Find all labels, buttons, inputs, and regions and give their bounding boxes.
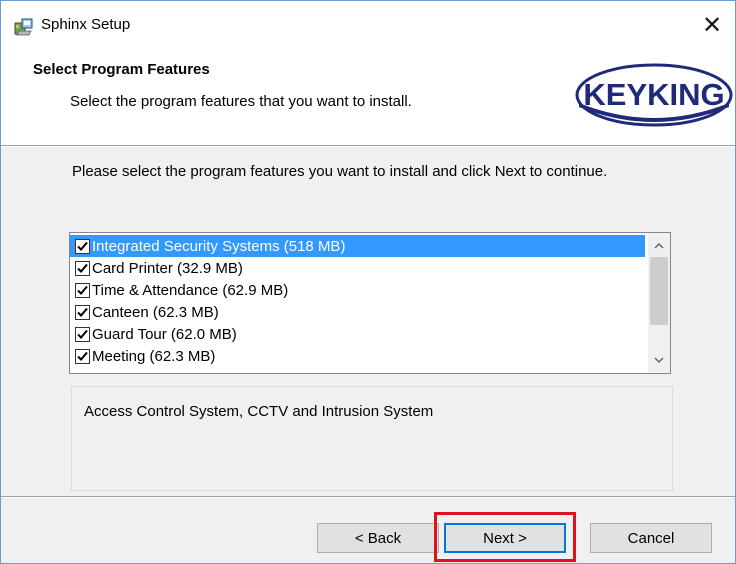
header-divider <box>1 146 735 147</box>
feature-label: Canteen (62.3 MB) <box>92 303 219 321</box>
header-banner: Select Program Features Select the progr… <box>1 49 735 146</box>
scroll-down-button[interactable] <box>648 349 670 371</box>
next-button[interactable]: Next > <box>444 523 566 553</box>
feature-list-item[interactable]: Canteen (62.3 MB) <box>70 301 645 323</box>
feature-list-item[interactable]: Meeting (62.3 MB) <box>70 345 645 367</box>
feature-checkbox[interactable] <box>75 260 90 276</box>
checkmark-icon <box>77 263 88 273</box>
feature-label: Guard Tour (62.0 MB) <box>92 325 237 343</box>
feature-checkbox[interactable] <box>75 326 90 342</box>
features-listbox[interactable]: Integrated Security Systems (518 MB) Card… <box>69 232 671 374</box>
title-bar: Sphinx Setup ✕ <box>1 1 735 49</box>
scroll-up-button[interactable] <box>648 235 670 257</box>
feature-checkbox[interactable] <box>75 304 90 320</box>
checkmark-icon <box>77 285 88 295</box>
feature-description-box: Access Control System, CCTV and Intrusio… <box>71 386 673 491</box>
feature-list-item[interactable]: Card Printer (32.9 MB) <box>70 257 645 279</box>
feature-label: Card Printer (32.9 MB) <box>92 259 243 277</box>
feature-checkbox[interactable] <box>75 348 90 364</box>
keyking-logo: KEYKING <box>575 63 733 127</box>
window-title: Sphinx Setup <box>41 16 131 33</box>
chevron-down-icon <box>654 357 664 363</box>
listbox-scrollbar[interactable] <box>648 233 670 373</box>
cancel-button[interactable]: Cancel <box>590 523 712 553</box>
installer-package-icon <box>14 18 33 36</box>
feature-list-item[interactable]: Guard Tour (62.0 MB) <box>70 323 645 345</box>
checkmark-icon <box>77 329 88 339</box>
page-subtitle: Select the program features that you wan… <box>70 93 412 110</box>
setup-window: Sphinx Setup ✕ Select Program Features S… <box>0 0 736 564</box>
feature-list-item[interactable]: Time & Attendance (62.9 MB) <box>70 279 645 301</box>
logo-text: KEYKING <box>583 77 724 112</box>
scroll-thumb[interactable] <box>650 257 668 325</box>
chevron-up-icon <box>654 243 664 249</box>
checkmark-icon <box>77 351 88 361</box>
instruction-text: Please select the program features you w… <box>72 163 608 180</box>
close-button[interactable]: ✕ <box>689 1 735 49</box>
feature-label: Time & Attendance (62.9 MB) <box>92 281 289 299</box>
feature-list-item[interactable]: Integrated Security Systems (518 MB) <box>70 235 645 257</box>
back-button[interactable]: < Back <box>317 523 439 553</box>
page-title: Select Program Features <box>33 61 210 78</box>
checkmark-icon <box>77 241 88 251</box>
feature-description: Access Control System, CCTV and Intrusio… <box>84 403 434 420</box>
feature-checkbox[interactable] <box>75 282 90 298</box>
feature-checkbox[interactable] <box>75 238 90 254</box>
close-icon: ✕ <box>701 11 723 39</box>
feature-label: Meeting (62.3 MB) <box>92 347 216 365</box>
checkmark-icon <box>77 307 88 317</box>
feature-label: Integrated Security Systems (518 MB) <box>92 237 346 255</box>
